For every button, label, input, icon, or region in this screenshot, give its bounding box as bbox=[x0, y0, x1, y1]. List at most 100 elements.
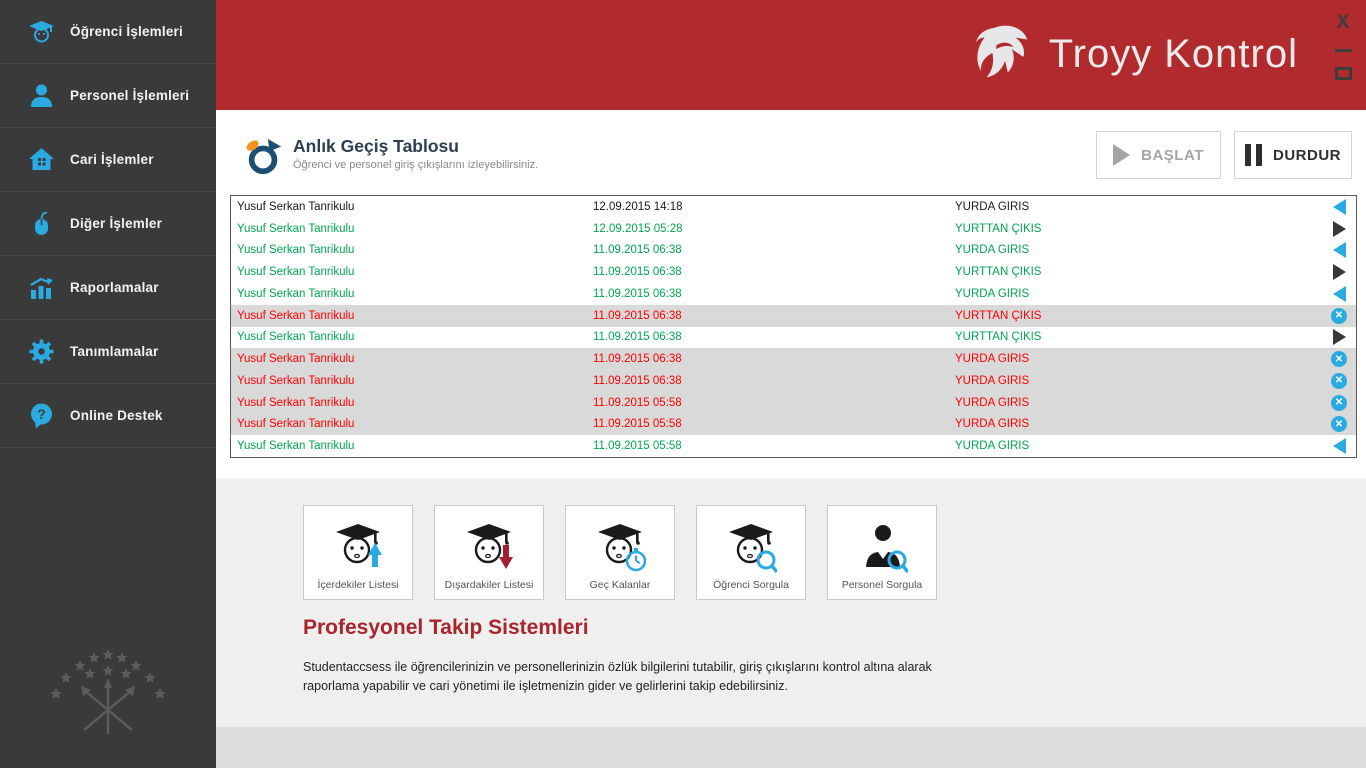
app-title: Troyy Kontrol bbox=[1049, 32, 1298, 77]
pass-table: Yusuf Serkan Tanrikulu 12.09.2015 14:18 … bbox=[230, 195, 1357, 458]
table-row[interactable]: Yusuf Serkan Tanrikulu 11.09.2015 05:58 … bbox=[231, 435, 1356, 457]
shortcut-card-label: Personel Sorgula bbox=[841, 579, 923, 591]
shortcut-cards: İçerdekiler Listesi Dışardakiler Listesi… bbox=[303, 505, 937, 600]
emblem-decoration bbox=[50, 649, 166, 734]
close-icon[interactable]: X bbox=[1337, 13, 1350, 32]
start-button-label: BAŞLAT bbox=[1141, 146, 1204, 164]
row-status: YURDA GIRIS bbox=[955, 418, 1030, 431]
app-logo: Troyy Kontrol bbox=[973, 24, 1298, 84]
row-datetime: 11.09.2015 05:58 bbox=[593, 440, 682, 453]
row-name: Yusuf Serkan Tanrikulu bbox=[237, 266, 355, 279]
stop-button-label: DURDUR bbox=[1273, 146, 1341, 164]
row-name: Yusuf Serkan Tanrikulu bbox=[237, 244, 355, 257]
table-row[interactable]: Yusuf Serkan Tanrikulu 12.09.2015 05:28 … bbox=[231, 217, 1356, 240]
entry-arrow-icon bbox=[1322, 242, 1356, 259]
row-status: YURDA GIRIS bbox=[955, 353, 1030, 366]
sidebar-item-1[interactable]: Öğrenci İşlemleri bbox=[0, 0, 216, 64]
sidebar-item-label: Online Destek bbox=[70, 408, 163, 423]
sidebar-item-5[interactable]: Raporlamalar bbox=[0, 256, 216, 320]
student-down-icon bbox=[463, 519, 515, 575]
person-icon bbox=[28, 82, 55, 109]
chart-icon bbox=[28, 274, 55, 301]
row-status: YURTTAN ÇIKIS bbox=[955, 331, 1042, 344]
entry-arrow-icon bbox=[1322, 438, 1356, 455]
minimize-icon[interactable] bbox=[1334, 49, 1352, 52]
row-status: YURDA GIRIS bbox=[955, 287, 1030, 300]
page-title: Anlık Geçiş Tablosu bbox=[293, 136, 459, 156]
window-controls: X bbox=[1328, 13, 1358, 80]
trojan-helmet-icon bbox=[975, 25, 1027, 78]
sidebar-item-label: Cari İşlemler bbox=[70, 152, 154, 167]
student-search-icon bbox=[725, 519, 779, 575]
row-status: YURTTAN ÇIKIS bbox=[955, 222, 1042, 235]
gauge-icon bbox=[246, 138, 282, 175]
shortcut-card[interactable]: Öğrenci Sorgula bbox=[696, 505, 806, 600]
person-search-icon bbox=[856, 519, 910, 575]
row-name: Yusuf Serkan Tanrikulu bbox=[237, 396, 355, 409]
sidebar-item-2[interactable]: Personel İşlemleri bbox=[0, 64, 216, 128]
title-bar: Troyy Kontrol X bbox=[216, 0, 1366, 110]
entry-arrow-icon bbox=[1322, 285, 1356, 302]
table-row[interactable]: Yusuf Serkan Tanrikulu 11.09.2015 06:38 … bbox=[231, 348, 1356, 370]
row-datetime: 12.09.2015 14:18 bbox=[593, 200, 683, 213]
entry-arrow-icon bbox=[1322, 198, 1356, 215]
shortcut-card[interactable]: Personel Sorgula bbox=[827, 505, 937, 600]
cancel-icon[interactable]: ✕ bbox=[1322, 307, 1356, 324]
promo-heading: Profesyonel Takip Sistemleri bbox=[303, 616, 589, 639]
shortcut-card[interactable]: Geç Kalanlar bbox=[565, 505, 675, 600]
table-row[interactable]: Yusuf Serkan Tanrikulu 11.09.2015 05:58 … bbox=[231, 413, 1356, 436]
table-row[interactable]: Yusuf Serkan Tanrikulu 11.09.2015 06:38 … bbox=[231, 370, 1356, 392]
sidebar-item-6[interactable]: Tanımlamalar bbox=[0, 320, 216, 384]
row-datetime: 11.09.2015 06:38 bbox=[593, 331, 682, 344]
cancel-icon[interactable]: ✕ bbox=[1322, 394, 1356, 411]
table-row[interactable]: Yusuf Serkan Tanrikulu 12.09.2015 14:18 … bbox=[231, 196, 1356, 218]
shortcut-card-label: Dışardakiler Listesi bbox=[444, 579, 534, 591]
brand-word-2: Kontrol bbox=[1164, 31, 1298, 76]
cancel-icon[interactable]: ✕ bbox=[1322, 372, 1356, 389]
student-timer-icon bbox=[594, 519, 647, 575]
table-row[interactable]: Yusuf Serkan Tanrikulu 11.09.2015 06:38 … bbox=[231, 261, 1356, 283]
brand-word-1: Troyy bbox=[1048, 31, 1153, 76]
sidebar-item-3[interactable]: Cari İşlemler bbox=[0, 128, 216, 192]
start-button[interactable]: BAŞLAT bbox=[1096, 131, 1221, 179]
sidebar-item-label: Tanımlamalar bbox=[70, 344, 159, 359]
row-datetime: 11.09.2015 05:58 bbox=[593, 396, 682, 409]
cancel-icon[interactable]: ✕ bbox=[1322, 351, 1356, 368]
shortcut-card[interactable]: Dışardakiler Listesi bbox=[434, 505, 544, 600]
row-name: Yusuf Serkan Tanrikulu bbox=[237, 418, 355, 431]
row-status: YURDA GIRIS bbox=[955, 244, 1030, 257]
row-datetime: 11.09.2015 05:58 bbox=[593, 418, 682, 431]
mouse-icon bbox=[28, 210, 55, 237]
exit-arrow-icon bbox=[1322, 329, 1356, 346]
table-row[interactable]: Yusuf Serkan Tanrikulu 11.09.2015 06:38 … bbox=[231, 239, 1356, 262]
footer-strip bbox=[216, 727, 1366, 768]
play-icon bbox=[1113, 144, 1131, 166]
row-name: Yusuf Serkan Tanrikulu bbox=[237, 309, 355, 322]
exit-arrow-icon bbox=[1322, 220, 1356, 237]
main-content: Anlık Geçiş Tablosu Öğrenci ve personel … bbox=[216, 110, 1366, 478]
row-status: YURDA GIRIS bbox=[955, 200, 1030, 213]
shortcut-card[interactable]: İçerdekiler Listesi bbox=[303, 505, 413, 600]
table-row[interactable]: Yusuf Serkan Tanrikulu 11.09.2015 06:38 … bbox=[231, 283, 1356, 305]
row-datetime: 11.09.2015 06:38 bbox=[593, 309, 682, 322]
row-datetime: 11.09.2015 06:38 bbox=[593, 287, 682, 300]
table-row[interactable]: Yusuf Serkan Tanrikulu 11.09.2015 05:58 … bbox=[231, 391, 1356, 414]
sidebar-item-4[interactable]: Diğer İşlemler bbox=[0, 192, 216, 256]
stop-button[interactable]: DURDUR bbox=[1234, 131, 1352, 179]
row-datetime: 11.09.2015 06:38 bbox=[593, 353, 682, 366]
shortcut-card-label: İçerdekiler Listesi bbox=[317, 579, 399, 591]
row-name: Yusuf Serkan Tanrikulu bbox=[237, 331, 355, 344]
row-status: YURDA GIRIS bbox=[955, 396, 1030, 409]
sidebar-item-7[interactable]: ? Online Destek bbox=[0, 384, 216, 448]
page-subtitle: Öğrenci ve personel giriş çıkışlarını iz… bbox=[293, 159, 539, 171]
table-row[interactable]: Yusuf Serkan Tanrikulu 11.09.2015 06:38 … bbox=[231, 304, 1356, 327]
shortcut-card-label: Öğrenci Sorgula bbox=[713, 579, 789, 591]
home-icon bbox=[28, 146, 55, 173]
table-row[interactable]: Yusuf Serkan Tanrikulu 11.09.2015 06:38 … bbox=[231, 326, 1356, 349]
promo-body: Studentaccsess ile öğrencilerinizin ve p… bbox=[303, 660, 932, 694]
row-datetime: 11.09.2015 06:38 bbox=[593, 266, 682, 279]
row-status: YURTTAN ÇIKIS bbox=[955, 309, 1042, 322]
cancel-icon[interactable]: ✕ bbox=[1322, 416, 1356, 433]
maximize-icon[interactable] bbox=[1334, 67, 1352, 80]
help-bubble-icon: ? bbox=[28, 402, 55, 429]
